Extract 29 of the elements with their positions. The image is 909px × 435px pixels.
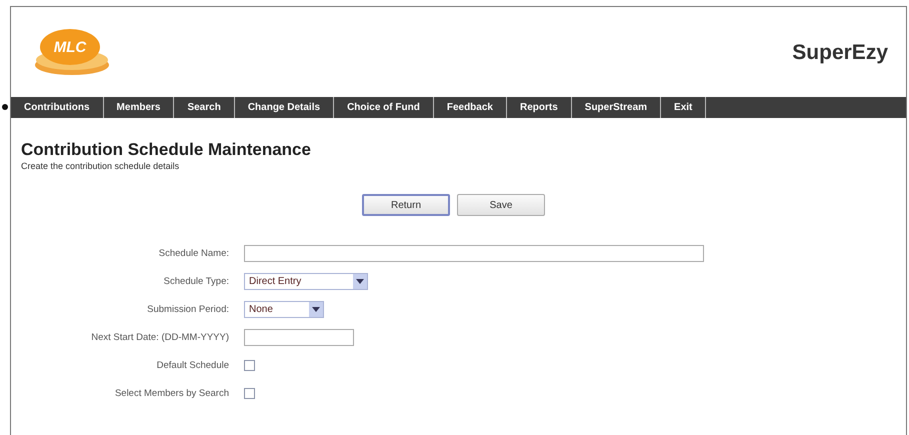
product-name: SuperEzy [792,41,888,65]
nav-item[interactable]: SuperStream [572,97,662,118]
field-label: Submission Period: [147,304,229,315]
text-field[interactable] [244,245,704,262]
field-label: Schedule Name: [158,248,229,259]
nav-item[interactable]: Members [104,97,174,118]
action-button[interactable]: Save [457,194,545,216]
dropdown[interactable]: Direct Entry [244,273,368,290]
bullet-icon [2,104,8,110]
nav-item[interactable]: Feedback [434,97,507,118]
field-label: Next Start Date: (DD-MM-YYYY) [91,332,229,343]
dropdown-arrow-icon [312,307,320,312]
field-label: Select Members by Search [114,388,229,399]
field-label: Schedule Type: [164,276,229,287]
nav-item[interactable]: Search [174,97,235,118]
field-label: Default Schedule [156,360,229,371]
page-title: Contribution Schedule Maintenance [21,140,312,160]
nav-item[interactable]: Change Details [234,97,334,118]
checkbox[interactable] [244,388,255,399]
dropdown[interactable]: None [244,301,324,318]
text-field[interactable] [244,329,354,346]
action-button[interactable]: Return [362,194,450,216]
dropdown-arrow-icon [356,279,364,284]
checkbox[interactable] [244,360,255,371]
nav-item[interactable]: Contributions [11,97,104,118]
nav-item[interactable]: Reports [506,97,572,118]
nav-item[interactable]: Choice of Fund [334,97,434,118]
nav-item[interactable]: Exit [661,97,706,118]
page-subtitle: Create the contribution schedule details [21,161,180,171]
